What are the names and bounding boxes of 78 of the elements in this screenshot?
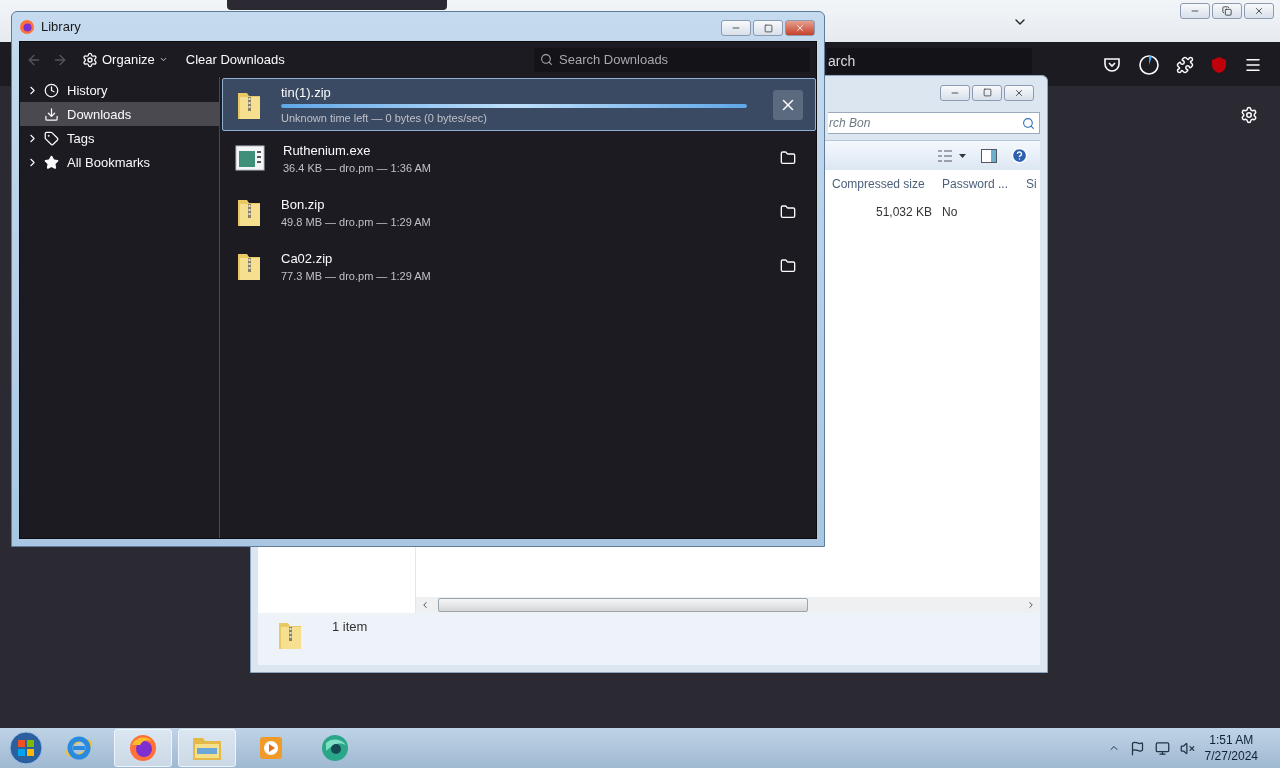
tag-icon xyxy=(44,130,59,146)
preview-pane-icon[interactable] xyxy=(981,148,997,163)
clock-icon xyxy=(44,82,59,98)
close-button[interactable] xyxy=(1244,3,1274,19)
taskbar-button[interactable] xyxy=(114,729,172,767)
menu-icon[interactable] xyxy=(1244,56,1262,74)
download-status: 49.8 MB — dro.pm — 1:29 AM xyxy=(281,215,432,228)
close-icon xyxy=(1014,87,1024,98)
clock-date: 7/27/2024 xyxy=(1204,749,1258,763)
download-item[interactable]: Bon.zip 49.8 MB — dro.pm — 1:29 AM xyxy=(222,185,816,239)
media-player-icon[interactable] xyxy=(258,735,284,761)
view-list-icon[interactable] xyxy=(937,148,967,163)
close-button[interactable] xyxy=(785,20,815,36)
download-item[interactable]: Ca02.zip 77.3 MB — dro.pm — 1:29 AM xyxy=(222,239,816,293)
cancel-button[interactable] xyxy=(773,89,803,120)
start-button[interactable] xyxy=(8,730,44,766)
folder-icon xyxy=(780,204,796,220)
scroll-left-icon[interactable] xyxy=(420,600,430,610)
download-status: 77.3 MB — dro.pm — 1:29 AM xyxy=(281,269,432,282)
caret-icon xyxy=(158,55,168,64)
network-icon[interactable] xyxy=(1154,740,1170,756)
restore-button[interactable] xyxy=(1212,3,1242,19)
sidebar-item[interactable]: All Bookmarks xyxy=(20,150,219,174)
column-header[interactable]: Compressed size xyxy=(832,177,942,191)
file-name: Bon.zip xyxy=(281,196,326,212)
maximize-icon xyxy=(763,23,773,33)
organize-button[interactable]: Organize xyxy=(78,49,172,70)
clear-downloads-button[interactable]: Clear Downloads xyxy=(181,50,289,69)
scroll-right-icon[interactable] xyxy=(1026,600,1036,610)
settings-icon[interactable] xyxy=(1240,106,1258,124)
search-field[interactable]: arch xyxy=(827,48,1032,74)
sidebar-item[interactable]: History xyxy=(20,78,219,102)
minimize-button[interactable] xyxy=(721,20,751,36)
speaker-muted-icon[interactable] xyxy=(1179,740,1195,756)
firefox-icon xyxy=(19,18,35,35)
download-status: Unknown time left — 0 bytes (0 bytes/sec) xyxy=(281,112,489,124)
table-cell-text: No xyxy=(942,205,959,219)
column-header[interactable]: Si xyxy=(1026,177,1040,191)
column-header[interactable]: Password ... xyxy=(942,177,1026,191)
close-icon xyxy=(1254,6,1264,16)
download-item[interactable]: Ruthenium.exe 36.4 KB — dro.pm — 1:36 AM xyxy=(222,131,816,185)
file-name: Ruthenium.exe xyxy=(283,142,372,158)
search-field[interactable]: Search Downloads xyxy=(534,47,810,72)
search-icon xyxy=(1022,116,1035,130)
folder-icon xyxy=(780,150,796,166)
extensions-icon[interactable] xyxy=(1176,56,1194,74)
file-name: Ca02.zip xyxy=(281,250,334,266)
table-cell-text: 51,032 KB xyxy=(874,205,933,219)
flag-icon[interactable] xyxy=(1129,740,1145,756)
star-icon xyxy=(44,154,59,170)
scrollbar-thumb[interactable] xyxy=(438,598,808,612)
search-icon xyxy=(540,53,553,66)
minimize-button[interactable] xyxy=(1180,3,1210,19)
download-item[interactable]: tin(1).zip Unknown time left — 0 bytes (0 bytes/sec) xyxy=(222,78,816,131)
item-count: 1 item xyxy=(332,619,368,634)
clock-time: 1:51 AM xyxy=(1209,733,1254,747)
maximize-button[interactable] xyxy=(972,84,1002,101)
sidebar-item[interactable]: Downloads xyxy=(20,102,219,126)
firefox-icon[interactable] xyxy=(128,733,158,763)
timer-icon[interactable] xyxy=(1138,54,1160,76)
sidebar-item[interactable]: Tags xyxy=(20,126,219,150)
window-title: Library xyxy=(41,19,81,34)
maximize-icon xyxy=(982,88,992,97)
shield-icon[interactable] xyxy=(1210,56,1228,74)
file-name: tin(1).zip xyxy=(281,85,332,100)
download-icon xyxy=(44,106,59,122)
search-field[interactable]: rch Bon xyxy=(828,112,1040,134)
help-icon[interactable] xyxy=(1011,147,1028,164)
pocket-icon[interactable] xyxy=(1102,55,1122,75)
maximize-button[interactable] xyxy=(753,20,783,36)
folder-icon xyxy=(780,258,796,274)
close-icon xyxy=(795,23,805,33)
download-status: 36.4 KB — dro.pm — 1:36 AM xyxy=(283,161,432,174)
restore-icon xyxy=(1222,6,1232,16)
gear-icon xyxy=(82,51,98,68)
close-button[interactable] xyxy=(1004,84,1034,101)
program-window-icon xyxy=(235,145,265,171)
minimize-button[interactable] xyxy=(940,84,970,101)
